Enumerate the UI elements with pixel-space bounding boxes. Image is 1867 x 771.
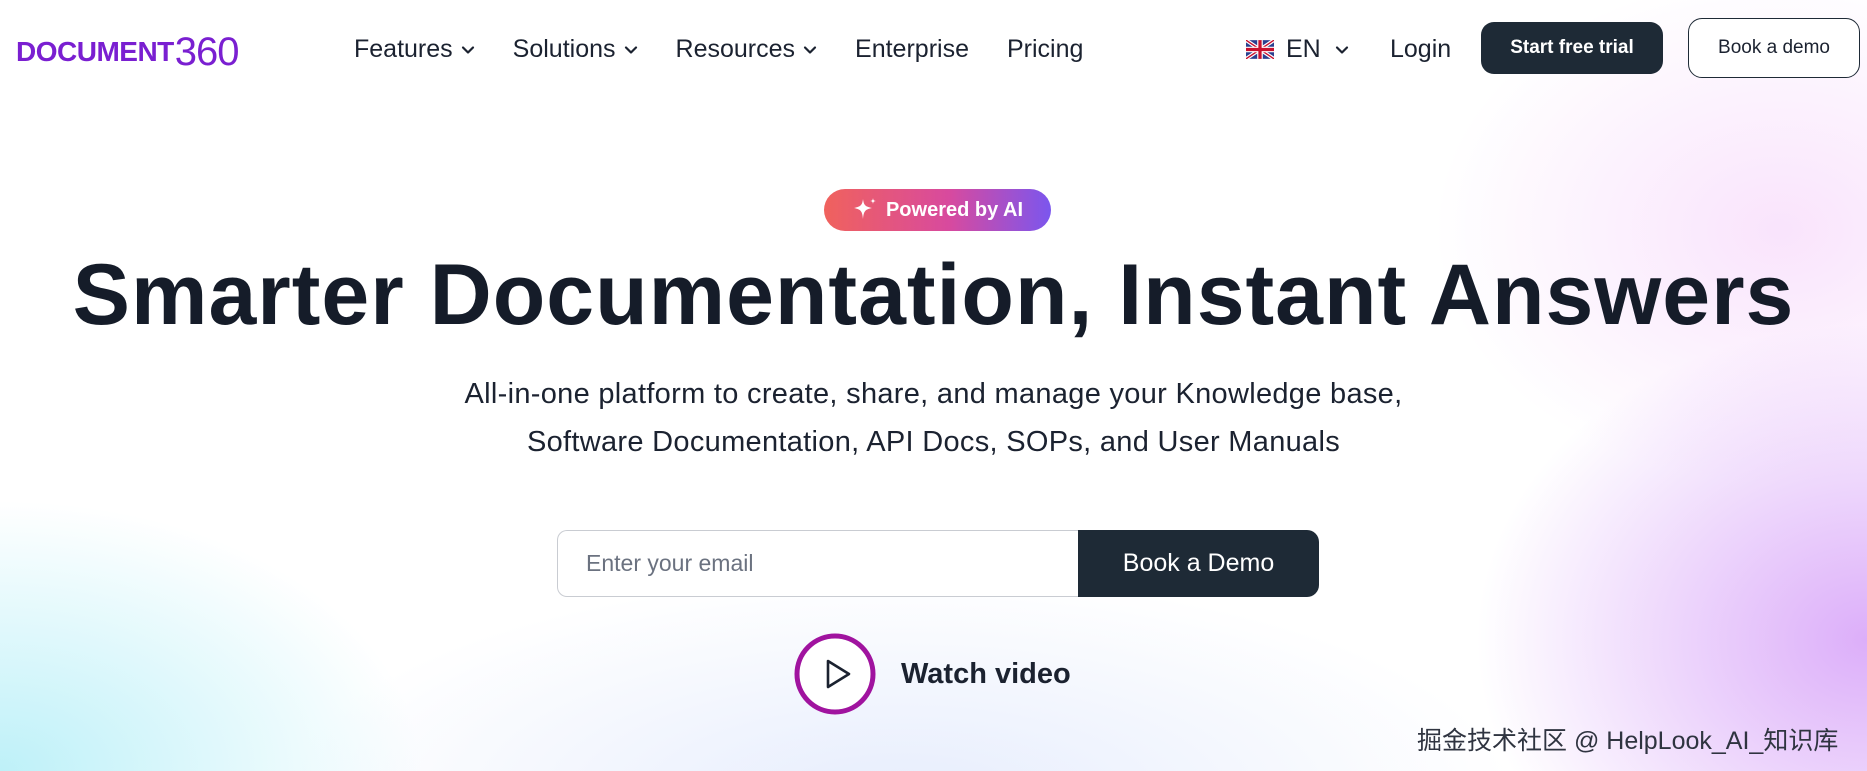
nav-solutions[interactable]: Solutions	[513, 35, 638, 64]
logo-wordmark: DOCUMENT	[16, 36, 174, 67]
play-icon[interactable]	[793, 632, 877, 716]
chevron-down-icon	[1335, 46, 1348, 54]
nav-pricing[interactable]: Pricing	[1007, 35, 1083, 64]
login-link[interactable]: Login	[1390, 30, 1451, 68]
chevron-down-icon	[624, 46, 637, 54]
chevron-down-icon	[461, 46, 474, 54]
demo-signup-form: Book a Demo	[557, 530, 1319, 597]
nav-enterprise[interactable]: Enterprise	[855, 35, 969, 64]
powered-by-ai-badge: Powered by AI	[824, 189, 1051, 231]
document360-logo[interactable]: DOCUMENT 360	[16, 29, 240, 74]
nav-resources[interactable]: Resources	[676, 35, 818, 64]
chevron-down-icon	[803, 46, 817, 54]
nav-resources-label: Resources	[675, 34, 796, 63]
nav-enterprise-label: Enterprise	[855, 34, 969, 63]
top-navigation: DOCUMENT 360 Features Solutions Resources…	[0, 0, 1867, 96]
nav-solutions-label: Solutions	[512, 34, 616, 63]
watch-video-label: Watch video	[901, 657, 1071, 690]
logo-number: 360	[174, 29, 240, 74]
email-input[interactable]	[557, 530, 1097, 597]
watch-video-link[interactable]: Watch video	[793, 632, 1071, 716]
book-a-demo-button[interactable]: Book a demo	[1688, 18, 1860, 78]
nav-pricing-label: Pricing	[1006, 34, 1084, 63]
watermark-text: 掘金技术社区 @ HelpLook_AI_知识库	[1417, 727, 1839, 755]
sparkle-icon	[853, 198, 876, 219]
book-demo-submit-button[interactable]: Book a Demo	[1078, 530, 1319, 597]
language-selector[interactable]: EN	[1246, 30, 1349, 68]
uk-flag-icon	[1246, 39, 1274, 59]
language-label: EN	[1286, 34, 1321, 63]
badge-label: Powered by AI	[885, 198, 1024, 221]
main-menu: Features Solutions Resources Enterprise …	[354, 30, 1121, 68]
subtitle-line-1: All-in-one platform to create, share, an…	[464, 378, 1403, 410]
nav-features-label: Features	[354, 34, 453, 63]
hero-subtitle: All-in-one platform to create, share, an…	[0, 370, 1867, 466]
subtitle-line-2: Software Documentation, API Docs, SOPs, …	[526, 426, 1341, 458]
nav-features[interactable]: Features	[354, 35, 475, 64]
hero-headline: Smarter Documentation, Instant Answers	[72, 247, 1795, 343]
start-free-trial-button[interactable]: Start free trial	[1481, 22, 1663, 74]
